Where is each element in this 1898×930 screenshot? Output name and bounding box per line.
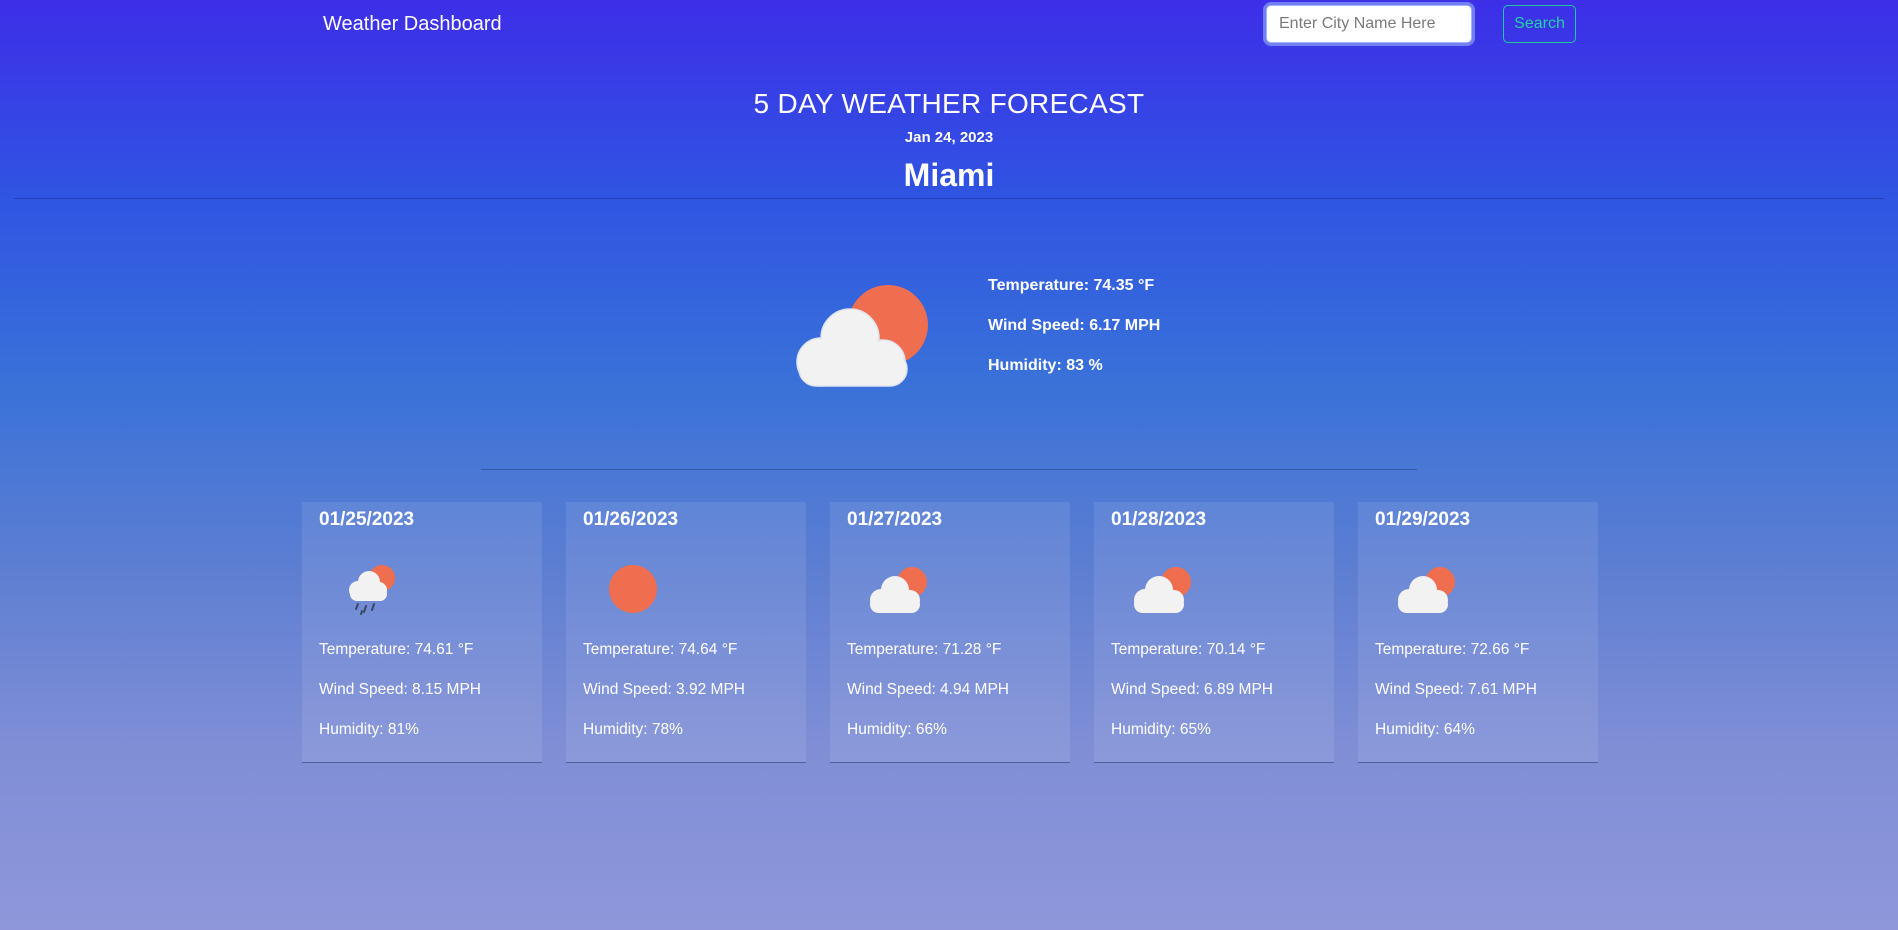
city-search-input[interactable]: [1266, 5, 1472, 43]
section-divider: [481, 469, 1417, 470]
search-button[interactable]: Search: [1503, 5, 1576, 43]
forecast-wind-speed: Wind Speed: 7.61 MPH: [1375, 681, 1537, 698]
brand-link[interactable]: Weather Dashboard: [323, 13, 502, 36]
current-wind-speed: Wind Speed: 6.17 MPH: [988, 317, 1161, 334]
forecast-wind-speed: Wind Speed: 4.94 MPH: [847, 681, 1009, 698]
forecast-wind-speed: Wind Speed: 3.92 MPH: [583, 681, 745, 698]
forecast-date: 01/25/2023: [319, 509, 415, 530]
navbar: Weather Dashboard Search: [0, 0, 1898, 50]
partly-cloudy-icon: [1398, 567, 1455, 613]
current-date: Jan 24, 2023: [904, 129, 994, 146]
forecast-date: 01/28/2023: [1111, 509, 1207, 530]
current-humidity: Humidity: 83 %: [988, 357, 1103, 374]
city-name: Miami: [903, 157, 995, 193]
forecast-humidity: Humidity: 78%: [583, 721, 683, 738]
forecast-date: 01/27/2023: [847, 509, 943, 530]
sun-icon: [609, 565, 657, 613]
forecast-temperature: Temperature: 74.64 °F: [583, 641, 738, 658]
current-temperature: Temperature: 74.35 °F: [988, 277, 1155, 294]
forecast-humidity: Humidity: 81%: [319, 721, 419, 738]
partly-cloudy-icon: [1134, 567, 1191, 613]
forecast-date: 01/26/2023: [583, 509, 679, 530]
rain-icon: [349, 565, 395, 615]
forecast-wind-speed: Wind Speed: 8.15 MPH: [319, 681, 481, 698]
forecast-wind-speed: Wind Speed: 6.89 MPH: [1111, 681, 1273, 698]
forecast-card: 01/27/2023 Temperature: 71.28 °F Wind Sp…: [830, 502, 1070, 763]
forecast-temperature: Temperature: 70.14 °F: [1111, 641, 1266, 658]
forecast-card: 01/25/2023 Temperature: 74.61 °F Wind Sp…: [302, 502, 542, 763]
forecast-temperature: Temperature: 74.61 °F: [319, 641, 474, 658]
forecast-humidity: Humidity: 66%: [847, 721, 947, 738]
forecast-humidity: Humidity: 64%: [1375, 721, 1475, 738]
page-title: 5 DAY WEATHER FORECAST: [753, 88, 1145, 119]
header-divider: [14, 198, 1884, 199]
partly-cloudy-icon: [796, 285, 928, 387]
forecast-temperature: Temperature: 71.28 °F: [847, 641, 1002, 658]
partly-cloudy-icon: [870, 567, 927, 613]
forecast-temperature: Temperature: 72.66 °F: [1375, 641, 1530, 658]
forecast-date: 01/29/2023: [1375, 509, 1471, 530]
forecast-card: 01/29/2023 Temperature: 72.66 °F Wind Sp…: [1358, 502, 1598, 763]
forecast-card: 01/28/2023 Temperature: 70.14 °F Wind Sp…: [1094, 502, 1334, 763]
forecast-humidity: Humidity: 65%: [1111, 721, 1211, 738]
forecast-card: 01/26/2023 Temperature: 74.64 °F Wind Sp…: [566, 502, 806, 763]
